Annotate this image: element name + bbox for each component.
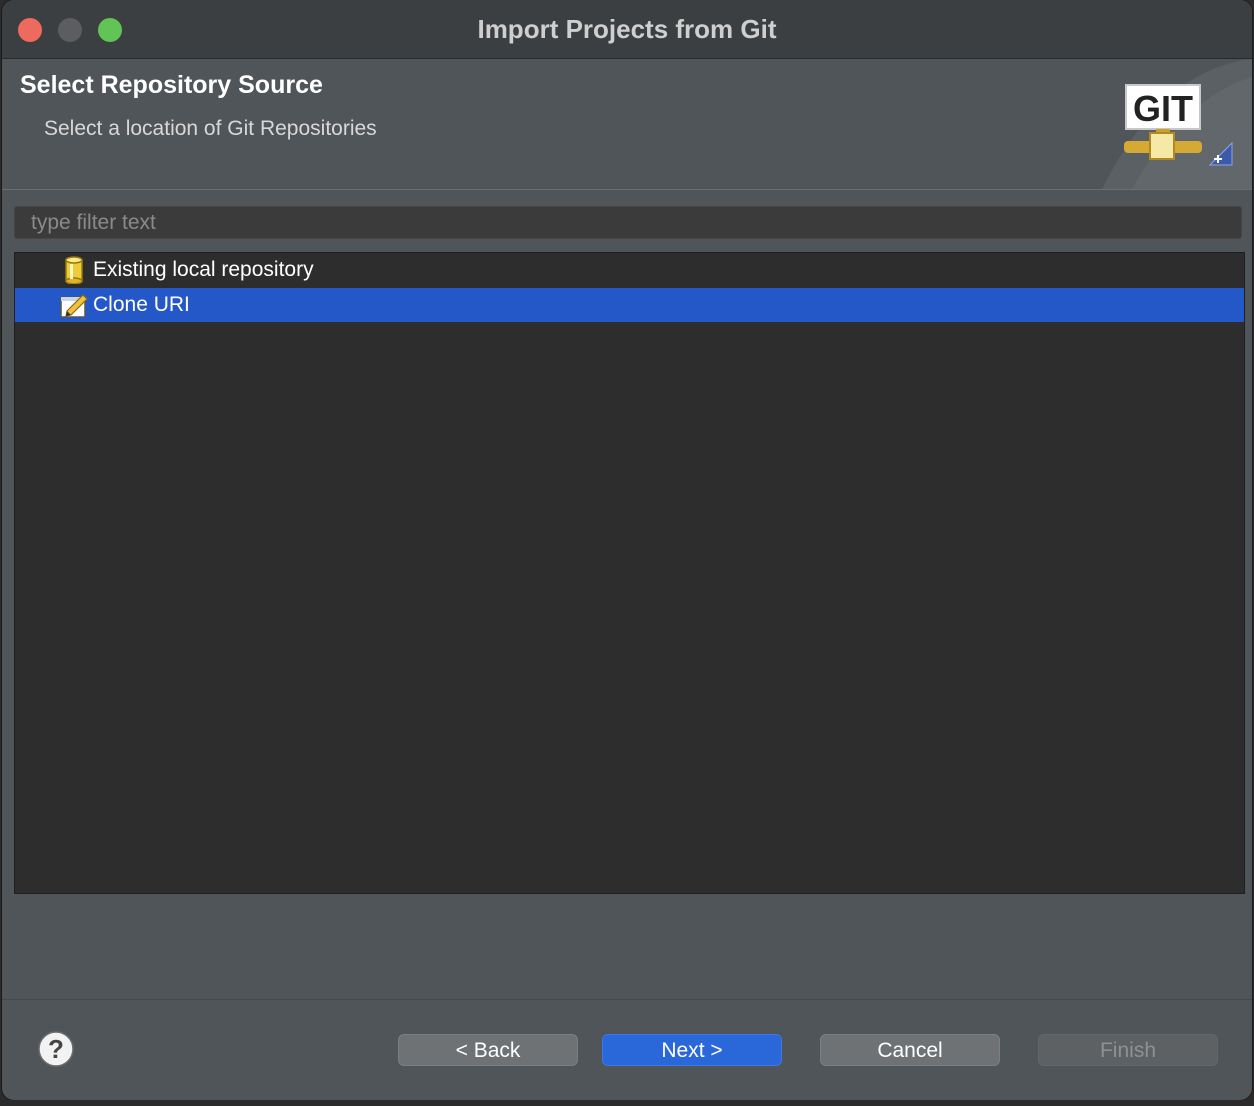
background-editor-strip — [0, 1100, 1254, 1106]
window-title: Import Projects from Git — [477, 14, 777, 44]
list-item-label: Clone URI — [93, 293, 190, 316]
clone-uri-icon — [60, 294, 88, 318]
cancel-button[interactable]: Cancel — [820, 1034, 1000, 1066]
help-icon[interactable]: ? — [38, 1031, 74, 1067]
page-title: Select Repository Source — [20, 71, 323, 99]
import-dialog-window: Import Projects from Git Select Reposito… — [2, 0, 1252, 1100]
next-button[interactable]: Next > — [602, 1034, 782, 1066]
list-item-label: Existing local repository — [93, 258, 314, 281]
git-logo-text: GIT — [1133, 88, 1193, 129]
page-description: Select a location of Git Repositories — [44, 117, 377, 140]
git-logo-icon: GIT — [1102, 59, 1252, 189]
list-item-existing-local-repository[interactable]: Existing local repository — [15, 253, 1244, 287]
repository-source-list: Existing local repository Clone URI — [14, 252, 1245, 894]
wizard-banner: Select Repository Source Select a locati… — [2, 59, 1252, 190]
title-bar: Import Projects from Git — [2, 0, 1252, 59]
svg-text:?: ? — [48, 1034, 64, 1064]
back-button[interactable]: < Back — [398, 1034, 578, 1066]
footer-divider — [2, 999, 1252, 1000]
finish-button[interactable]: Finish — [1038, 1034, 1218, 1066]
list-item-clone-uri[interactable]: Clone URI — [15, 288, 1244, 322]
filter-input[interactable] — [14, 206, 1242, 239]
repository-cylinder-icon — [65, 256, 83, 284]
